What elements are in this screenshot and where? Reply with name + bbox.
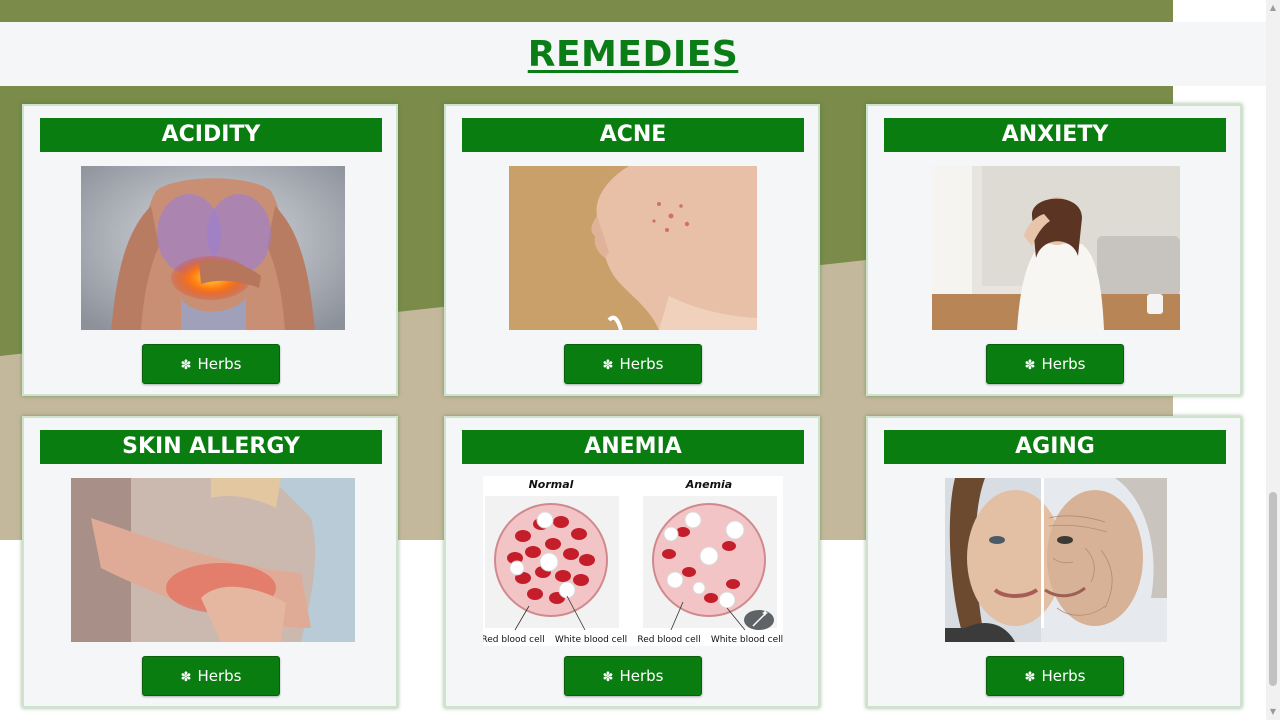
- card-title: ANEMIA: [462, 430, 804, 464]
- diagram-label-wbc-2: White blood cell: [711, 635, 783, 645]
- title-bar: REMEDIES: [0, 22, 1266, 86]
- remedy-card-aging: AGING ✽ Herbs: [866, 416, 1242, 708]
- acidity-image: [81, 166, 345, 330]
- acne-image: [509, 166, 757, 330]
- scroll-up-icon[interactable]: ▲: [1269, 4, 1277, 12]
- card-title: ANXIETY: [884, 118, 1226, 152]
- anxiety-image: [932, 166, 1180, 330]
- remedy-card-skin-allergy: SKIN ALLERGY ✽ Herbs: [22, 416, 398, 708]
- herbs-button[interactable]: ✽ Herbs: [564, 344, 702, 384]
- diagram-label-anemia: Anemia: [685, 478, 732, 491]
- page-title: REMEDIES: [527, 34, 739, 75]
- leaf-icon: ✽: [1024, 670, 1036, 685]
- card-title: AGING: [884, 430, 1226, 464]
- herbs-button[interactable]: ✽ Herbs: [142, 344, 280, 384]
- remedy-card-acidity: ACIDITY ✽ Herbs: [22, 104, 398, 396]
- skin-allergy-image: [71, 478, 355, 642]
- scroll-thumb[interactable]: [1269, 492, 1277, 686]
- card-title: ACIDITY: [40, 118, 382, 152]
- leaf-icon: ✽: [180, 358, 192, 373]
- anemia-image: Normal Anemia Red blood cell White blood…: [483, 476, 783, 646]
- aging-image: [945, 478, 1167, 642]
- diagram-label-rbc-2: Red blood cell: [637, 635, 700, 645]
- card-title: ACNE: [462, 118, 804, 152]
- diagram-label-rbc: Red blood cell: [483, 635, 545, 645]
- scrollbar[interactable]: ▲ ▼: [1266, 0, 1280, 720]
- herbs-button[interactable]: ✽ Herbs: [986, 344, 1124, 384]
- leaf-icon: ✽: [602, 358, 614, 373]
- leaf-icon: ✽: [602, 670, 614, 685]
- remedy-card-anemia: ANEMIA Normal Anemia Red blood cell Whit…: [444, 416, 820, 708]
- herbs-button[interactable]: ✽ Herbs: [564, 656, 702, 696]
- card-title: SKIN ALLERGY: [40, 430, 382, 464]
- remedy-card-acne: ACNE ✽ Herbs: [444, 104, 820, 396]
- magic-wand-icon: [744, 610, 774, 630]
- herbs-button[interactable]: ✽ Herbs: [986, 656, 1124, 696]
- diagram-label-normal: Normal: [529, 478, 574, 491]
- header-band: [0, 0, 1173, 22]
- scroll-down-icon[interactable]: ▼: [1269, 708, 1277, 716]
- remedy-card-anxiety: ANXIETY ✽ Herbs: [866, 104, 1242, 396]
- leaf-icon: ✽: [1024, 358, 1036, 373]
- leaf-icon: ✽: [180, 670, 192, 685]
- herbs-button[interactable]: ✽ Herbs: [142, 656, 280, 696]
- diagram-label-wbc: White blood cell: [555, 635, 627, 645]
